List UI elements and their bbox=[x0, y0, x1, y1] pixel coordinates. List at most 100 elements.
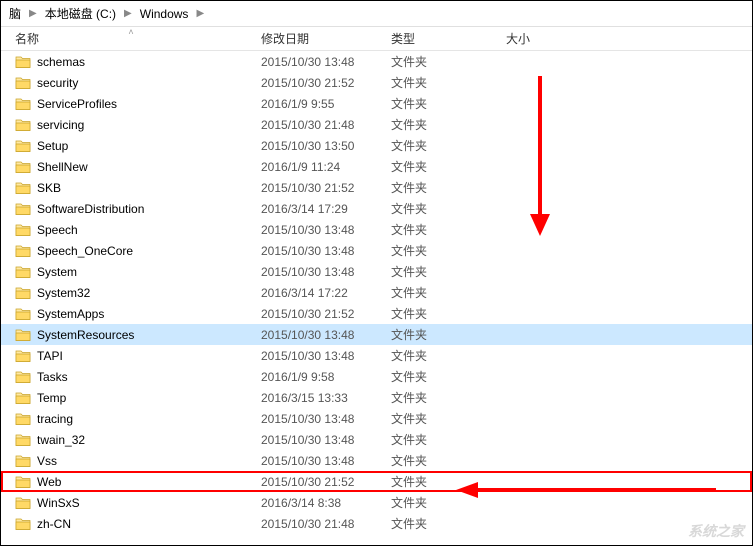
file-date: 2015/10/30 13:48 bbox=[261, 454, 391, 468]
folder-icon bbox=[15, 244, 31, 258]
file-type: 文件夹 bbox=[391, 347, 506, 364]
folder-icon bbox=[15, 496, 31, 510]
table-row[interactable]: WinSxS2016/3/14 8:38文件夹 bbox=[1, 492, 752, 513]
table-row[interactable]: Speech2015/10/30 13:48文件夹 bbox=[1, 219, 752, 240]
table-row[interactable]: Setup2015/10/30 13:50文件夹 bbox=[1, 135, 752, 156]
file-name: SKB bbox=[37, 181, 261, 195]
file-date: 2016/3/14 17:29 bbox=[261, 202, 391, 216]
file-date: 2015/10/30 13:48 bbox=[261, 55, 391, 69]
file-date: 2016/3/14 17:22 bbox=[261, 286, 391, 300]
file-name: tracing bbox=[37, 412, 261, 426]
file-date: 2015/10/30 21:52 bbox=[261, 475, 391, 489]
file-type: 文件夹 bbox=[391, 410, 506, 427]
folder-icon bbox=[15, 307, 31, 321]
table-row[interactable]: SoftwareDistribution2016/3/14 17:29文件夹 bbox=[1, 198, 752, 219]
header-size[interactable]: 大小 bbox=[506, 30, 596, 47]
table-row[interactable]: twain_322015/10/30 13:48文件夹 bbox=[1, 429, 752, 450]
file-date: 2015/10/30 13:48 bbox=[261, 328, 391, 342]
file-name: Speech_OneCore bbox=[37, 244, 261, 258]
folder-icon bbox=[15, 454, 31, 468]
crumb-2[interactable]: Windows bbox=[136, 5, 193, 23]
folder-icon bbox=[15, 433, 31, 447]
file-name: SoftwareDistribution bbox=[37, 202, 261, 216]
file-type: 文件夹 bbox=[391, 263, 506, 280]
breadcrumb: 脑 ▶ 本地磁盘 (C:) ▶ Windows ▶ bbox=[1, 1, 752, 27]
table-row[interactable]: SKB2015/10/30 21:52文件夹 bbox=[1, 177, 752, 198]
file-type: 文件夹 bbox=[391, 158, 506, 175]
file-date: 2015/10/30 21:52 bbox=[261, 76, 391, 90]
folder-icon bbox=[15, 475, 31, 489]
file-type: 文件夹 bbox=[391, 515, 506, 532]
table-row[interactable]: ServiceProfiles2016/1/9 9:55文件夹 bbox=[1, 93, 752, 114]
header-type[interactable]: 类型 bbox=[391, 30, 506, 47]
file-type: 文件夹 bbox=[391, 53, 506, 70]
folder-icon bbox=[15, 139, 31, 153]
file-name: Vss bbox=[37, 454, 261, 468]
header-date[interactable]: 修改日期 bbox=[261, 30, 391, 47]
sort-indicator-icon: ˄ bbox=[1, 28, 261, 36]
file-date: 2016/1/9 9:58 bbox=[261, 370, 391, 384]
table-row[interactable]: SystemResources2015/10/30 13:48文件夹 bbox=[1, 324, 752, 345]
file-name: WinSxS bbox=[37, 496, 261, 510]
chevron-right-icon: ▶ bbox=[29, 8, 37, 19]
file-name: ServiceProfiles bbox=[37, 97, 261, 111]
table-row[interactable]: tracing2015/10/30 13:48文件夹 bbox=[1, 408, 752, 429]
file-name: SystemApps bbox=[37, 307, 261, 321]
chevron-right-icon: ▶ bbox=[124, 8, 132, 19]
table-row[interactable]: schemas2015/10/30 13:48文件夹 bbox=[1, 51, 752, 72]
table-row[interactable]: zh-CN2015/10/30 21:48文件夹 bbox=[1, 513, 752, 534]
file-name: twain_32 bbox=[37, 433, 261, 447]
file-date: 2016/1/9 9:55 bbox=[261, 97, 391, 111]
table-row[interactable]: TAPI2015/10/30 13:48文件夹 bbox=[1, 345, 752, 366]
file-list[interactable]: schemas2015/10/30 13:48文件夹security2015/1… bbox=[1, 51, 752, 534]
folder-icon bbox=[15, 97, 31, 111]
folder-icon bbox=[15, 55, 31, 69]
table-row[interactable]: Vss2015/10/30 13:48文件夹 bbox=[1, 450, 752, 471]
table-row[interactable]: SystemApps2015/10/30 21:52文件夹 bbox=[1, 303, 752, 324]
table-row[interactable]: System322016/3/14 17:22文件夹 bbox=[1, 282, 752, 303]
file-date: 2015/10/30 13:48 bbox=[261, 265, 391, 279]
table-row[interactable]: System2015/10/30 13:48文件夹 bbox=[1, 261, 752, 282]
crumb-0[interactable]: 脑 bbox=[5, 3, 25, 24]
table-row[interactable]: Temp2016/3/15 13:33文件夹 bbox=[1, 387, 752, 408]
folder-icon bbox=[15, 202, 31, 216]
file-type: 文件夹 bbox=[391, 116, 506, 133]
table-row[interactable]: security2015/10/30 21:52文件夹 bbox=[1, 72, 752, 93]
crumb-1[interactable]: 本地磁盘 (C:) bbox=[41, 3, 120, 24]
file-name: ShellNew bbox=[37, 160, 261, 174]
table-row[interactable]: Speech_OneCore2015/10/30 13:48文件夹 bbox=[1, 240, 752, 261]
folder-icon bbox=[15, 391, 31, 405]
file-type: 文件夹 bbox=[391, 137, 506, 154]
file-type: 文件夹 bbox=[391, 179, 506, 196]
folder-icon bbox=[15, 370, 31, 384]
file-type: 文件夹 bbox=[391, 242, 506, 259]
file-name: System32 bbox=[37, 286, 261, 300]
folder-icon bbox=[15, 517, 31, 531]
file-date: 2015/10/30 21:52 bbox=[261, 181, 391, 195]
file-type: 文件夹 bbox=[391, 473, 506, 490]
chevron-right-icon: ▶ bbox=[196, 8, 204, 19]
file-type: 文件夹 bbox=[391, 431, 506, 448]
table-row[interactable]: ShellNew2016/1/9 11:24文件夹 bbox=[1, 156, 752, 177]
folder-icon bbox=[15, 181, 31, 195]
folder-icon bbox=[15, 349, 31, 363]
table-row[interactable]: Web2015/10/30 21:52文件夹 bbox=[1, 471, 752, 492]
file-name: servicing bbox=[37, 118, 261, 132]
file-type: 文件夹 bbox=[391, 494, 506, 511]
folder-icon bbox=[15, 412, 31, 426]
file-type: 文件夹 bbox=[391, 284, 506, 301]
file-name: security bbox=[37, 76, 261, 90]
file-name: Setup bbox=[37, 139, 261, 153]
folder-icon bbox=[15, 118, 31, 132]
file-date: 2015/10/30 21:52 bbox=[261, 307, 391, 321]
folder-icon bbox=[15, 265, 31, 279]
file-date: 2016/3/14 8:38 bbox=[261, 496, 391, 510]
file-name: System bbox=[37, 265, 261, 279]
table-row[interactable]: Tasks2016/1/9 9:58文件夹 bbox=[1, 366, 752, 387]
file-type: 文件夹 bbox=[391, 221, 506, 238]
table-row[interactable]: servicing2015/10/30 21:48文件夹 bbox=[1, 114, 752, 135]
file-type: 文件夹 bbox=[391, 305, 506, 322]
file-date: 2015/10/30 21:48 bbox=[261, 118, 391, 132]
file-type: 文件夹 bbox=[391, 95, 506, 112]
folder-icon bbox=[15, 76, 31, 90]
